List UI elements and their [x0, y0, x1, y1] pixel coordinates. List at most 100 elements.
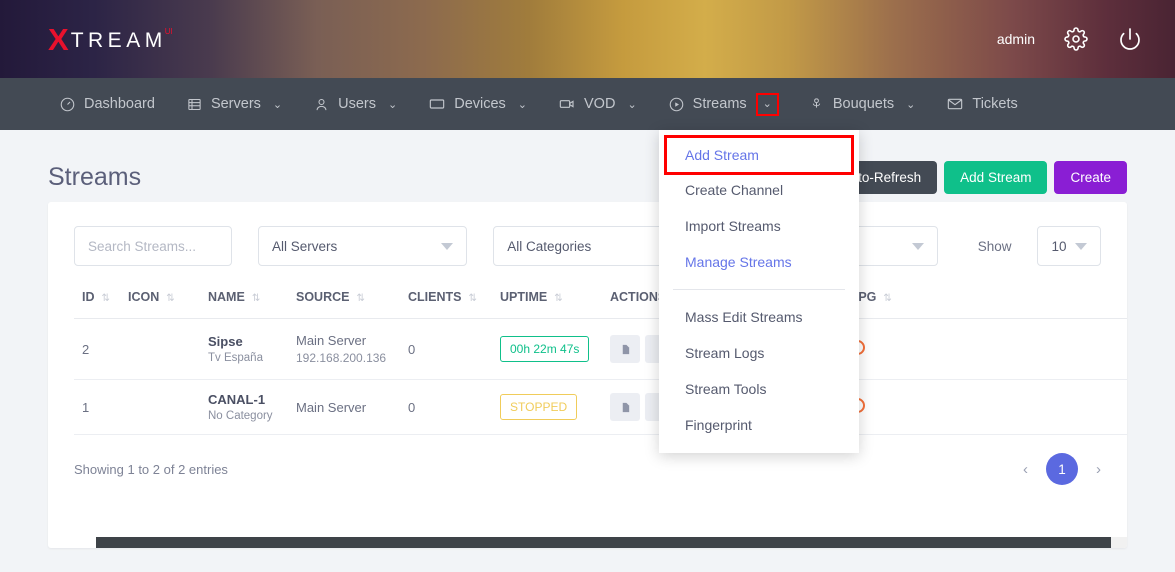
col-source[interactable]: SOURCE ⇅ [288, 280, 400, 319]
chevron-down-icon-vod[interactable]: ⌄ [627, 98, 636, 111]
chevron-down-icon-page-size [1075, 242, 1088, 250]
table-row[interactable]: 1 CANAL-1 No Category Main Server 0 STOP… [74, 379, 1127, 436]
search-input[interactable] [74, 226, 232, 266]
col-name-label: NAME [208, 290, 245, 304]
chevron-down-icon-servers[interactable]: ⌄ [273, 98, 282, 111]
streams-dropdown-menu: Add Stream Create Channel Import Streams… [659, 130, 859, 453]
table-row[interactable]: 2 Sipse Tv España Main Server 192.168.20… [74, 318, 1127, 381]
chevron-down-icon-servers-filter [441, 242, 454, 250]
envelope-icon [947, 96, 963, 112]
sort-icon-source[interactable]: ⇅ [356, 293, 364, 304]
xtream-logo[interactable]: X TREAM UI [48, 24, 173, 55]
col-uptime[interactable]: UPTIME ⇅ [492, 280, 602, 319]
logo-superscript: UI [164, 26, 173, 36]
nav-label-bouquets: Bouquets [832, 96, 895, 112]
sort-icon-clients[interactable]: ⇅ [468, 293, 476, 304]
col-icon[interactable]: ICON ⇅ [120, 280, 200, 319]
create-button[interactable]: Create [1054, 160, 1127, 194]
col-clients[interactable]: CLIENTS ⇅ [400, 280, 492, 319]
sort-icon-epg[interactable]: ⇅ [883, 293, 891, 304]
gear-icon[interactable] [1063, 26, 1089, 52]
nav-item-devices[interactable]: Devices ⌄ [413, 78, 543, 130]
sort-icon-icon[interactable]: ⇅ [166, 293, 174, 304]
col-name[interactable]: NAME ⇅ [200, 280, 288, 319]
nav-item-streams[interactable]: Streams ⌄ [653, 78, 793, 130]
pagination-page-1[interactable]: 1 [1046, 453, 1078, 486]
cell-stream-info: No information availa [920, 379, 1127, 436]
streams-card: All Servers All Categories er Show 10 [48, 202, 1127, 548]
stream-info-group: 3491 Kbps 1920 x 1080 hevc [928, 331, 1127, 367]
cell-clients: 0 [400, 318, 492, 381]
nav-label-vod: VOD [584, 96, 616, 112]
col-uptime-label: UPTIME [500, 290, 548, 304]
dropdown-separator [673, 289, 845, 290]
nav-item-dashboard[interactable]: Dashboard [44, 78, 171, 130]
nav-label-devices: Devices [454, 96, 506, 112]
stream-name: Sipse [208, 334, 243, 350]
page-size-select[interactable]: 10 [1037, 226, 1102, 266]
dropdown-item-manage-streams[interactable]: Manage Streams [659, 244, 859, 280]
file-icon-button[interactable] [610, 393, 640, 422]
sort-icon-name[interactable]: ⇅ [252, 293, 260, 304]
servers-filter-select[interactable]: All Servers [258, 226, 468, 266]
sort-icon-uptime[interactable]: ⇅ [554, 293, 562, 304]
page-content: Streams Auto-Refresh Add Stream Create A… [0, 130, 1175, 572]
dropdown-item-add-stream[interactable]: Add Stream [664, 135, 854, 175]
sort-icon-id[interactable]: ⇅ [102, 293, 110, 304]
brand-bar-right: admin [997, 26, 1143, 52]
pagination-prev[interactable]: ‹ [1023, 461, 1028, 478]
user-icon [314, 97, 329, 112]
logo-x-mark: X [48, 21, 69, 57]
chevron-down-icon-bouquets[interactable]: ⌄ [906, 98, 915, 111]
col-id[interactable]: ID ⇅ [74, 280, 120, 319]
streams-table-wrapper: ID ⇅ ICON ⇅ NAME ⇅ SOURCE ⇅ CLIENTS ⇅ UP… [48, 280, 1127, 436]
play-circle-icon [669, 97, 684, 112]
chevron-down-icon-users[interactable]: ⌄ [388, 98, 397, 111]
add-stream-button[interactable]: Add Stream [944, 160, 1048, 194]
dropdown-item-mass-edit-streams[interactable]: Mass Edit Streams [659, 299, 859, 335]
dropdown-item-stream-tools[interactable]: Stream Tools [659, 371, 859, 407]
page-size-value: 10 [1051, 238, 1067, 254]
cell-source: Main Server 192.168.200.136 [288, 318, 400, 381]
nav-label-dashboard: Dashboard [84, 96, 155, 112]
nav-item-users[interactable]: Users ⌄ [298, 78, 413, 130]
source-ip: 192.168.200.136 [296, 351, 387, 366]
video-icon [559, 96, 575, 112]
chevron-down-icon-streams[interactable]: ⌄ [755, 92, 779, 116]
dropdown-item-stream-logs[interactable]: Stream Logs [659, 335, 859, 371]
cell-name: CANAL-1 No Category [200, 379, 288, 436]
dropdown-item-fingerprint[interactable]: Fingerprint [659, 407, 859, 443]
nav-item-bouquets[interactable]: Bouquets ⌄ [793, 78, 932, 130]
nav-label-tickets: Tickets [972, 96, 1018, 112]
pagination-next[interactable]: › [1096, 461, 1101, 478]
status-badge: STOPPED [500, 394, 578, 421]
cell-uptime: 00h 22m 47s [492, 318, 602, 381]
dropdown-item-import-streams[interactable]: Import Streams [659, 208, 859, 244]
cell-stream-info: 3491 Kbps 1920 x 1080 hevc [920, 318, 1127, 381]
cell-source: Main Server [288, 379, 400, 436]
nav-item-servers[interactable]: Servers ⌄ [171, 78, 298, 130]
nav-label-servers: Servers [210, 96, 261, 112]
nav-label-streams: Streams [692, 96, 747, 112]
main-navigation: Dashboard Servers ⌄ Users ⌄ Devices ⌄ VO… [0, 78, 1175, 130]
col-clients-label: CLIENTS [408, 290, 462, 304]
stream-name: CANAL-1 [208, 392, 266, 408]
dashboard-icon [60, 97, 75, 112]
bouquet-icon [809, 97, 824, 112]
nav-item-tickets[interactable]: Tickets [931, 78, 1033, 130]
nav-label-users: Users [338, 96, 376, 112]
categories-filter-value: All Categories [507, 238, 592, 254]
nav-item-vod[interactable]: VOD ⌄ [543, 78, 653, 130]
show-label: Show [977, 238, 1012, 254]
admin-username[interactable]: admin [997, 31, 1035, 47]
file-icon-button[interactable] [610, 335, 640, 364]
dropdown-item-create-channel[interactable]: Create Channel [659, 172, 859, 208]
stream-info-none: No information availa [928, 400, 1127, 414]
chevron-down-icon-devices[interactable]: ⌄ [518, 98, 527, 111]
source-server: Main Server [296, 399, 367, 415]
cell-icon [120, 379, 200, 436]
power-icon[interactable] [1117, 26, 1143, 52]
cell-clients: 0 [400, 379, 492, 436]
horizontal-scrollbar-thumb[interactable] [96, 537, 1111, 548]
servers-filter-value: All Servers [272, 238, 338, 254]
